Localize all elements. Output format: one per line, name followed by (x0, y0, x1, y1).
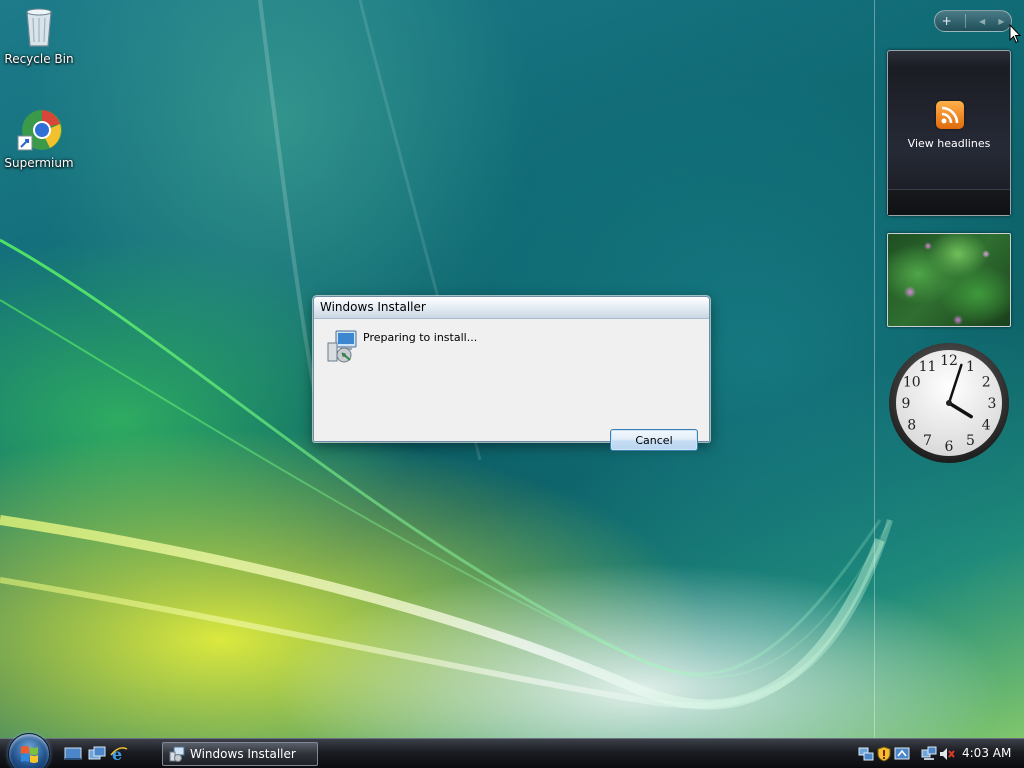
rss-feed-icon (936, 101, 964, 129)
clock-numeral: 10 (903, 375, 921, 391)
cancel-button[interactable]: Cancel (610, 429, 698, 451)
clock-numeral: 5 (966, 433, 975, 449)
installer-small-icon (169, 746, 185, 762)
dialog-title: Windows Installer (314, 297, 709, 319)
desktop-icon-label: Recycle Bin (4, 52, 74, 66)
slideshow-gadget[interactable] (887, 233, 1011, 327)
clock-numeral: 9 (902, 396, 911, 412)
feed-gadget-footer (888, 189, 1010, 215)
view-headlines-label[interactable]: View headlines (888, 137, 1010, 150)
feed-headlines-gadget[interactable]: View headlines (887, 50, 1011, 216)
windows-logo-icon (21, 746, 38, 763)
clock-numeral: 12 (940, 353, 958, 369)
security-shield-icon[interactable] (876, 746, 892, 762)
taskbar-button-label: Windows Installer (190, 747, 296, 761)
taskbar-button-windows-installer[interactable]: Windows Installer (162, 742, 318, 766)
windows-installer-dialog: Windows Installer Preparing to install..… (313, 296, 710, 451)
clock-numeral: 4 (982, 418, 991, 434)
clock-numeral: 7 (923, 433, 932, 449)
installer-icon (326, 329, 360, 363)
network-connection-icon[interactable] (921, 746, 937, 762)
desktop-icon-supermium[interactable]: Supermium (1, 106, 77, 170)
volume-muted-icon[interactable] (939, 746, 955, 762)
dialog-body: Preparing to install... Cancel (314, 319, 709, 451)
clock-face: 12 12 3 45678 9 1011 (889, 343, 1009, 463)
show-desktop-icon[interactable] (64, 745, 82, 763)
clock-numeral: 2 (982, 375, 991, 391)
supermium-browser-icon (15, 106, 63, 154)
windows-update-tray-icon[interactable] (894, 746, 910, 762)
desktop-icon-recycle-bin[interactable]: Recycle Bin (1, 2, 77, 66)
clock-numeral: 3 (988, 396, 997, 412)
clock-numeral: 6 (945, 439, 954, 455)
previous-gadget-page-button[interactable]: ◂ (979, 14, 985, 28)
next-gadget-page-button[interactable]: ▸ (998, 14, 1004, 28)
dialog-message: Preparing to install... (363, 331, 478, 344)
sidebar-divider (874, 0, 875, 738)
taskbar: e Windows Installer 4:03 AM (0, 733, 1024, 768)
clock-numeral: 1 (966, 359, 975, 375)
clock-numeral: 8 (907, 418, 916, 434)
start-button[interactable] (8, 733, 50, 768)
desktop-icon-label: Supermium (4, 156, 74, 170)
network-tray-icon[interactable] (858, 746, 874, 762)
switch-windows-icon[interactable] (88, 745, 106, 763)
clock-gadget[interactable]: 12 1 2 3 4 5 6 7 8 9 10 11 (887, 341, 1011, 465)
recycle-bin-icon (15, 2, 63, 50)
internet-explorer-icon[interactable]: e (110, 745, 128, 763)
sidebar-controls: + ◂ ▸ (934, 10, 1012, 32)
taskbar-clock[interactable]: 4:03 AM (962, 746, 1011, 760)
add-gadget-button[interactable]: + (942, 14, 952, 28)
sidebar-controls-separator (964, 14, 966, 28)
mouse-cursor-icon (1009, 24, 1021, 44)
clock-numeral: 11 (919, 359, 937, 375)
